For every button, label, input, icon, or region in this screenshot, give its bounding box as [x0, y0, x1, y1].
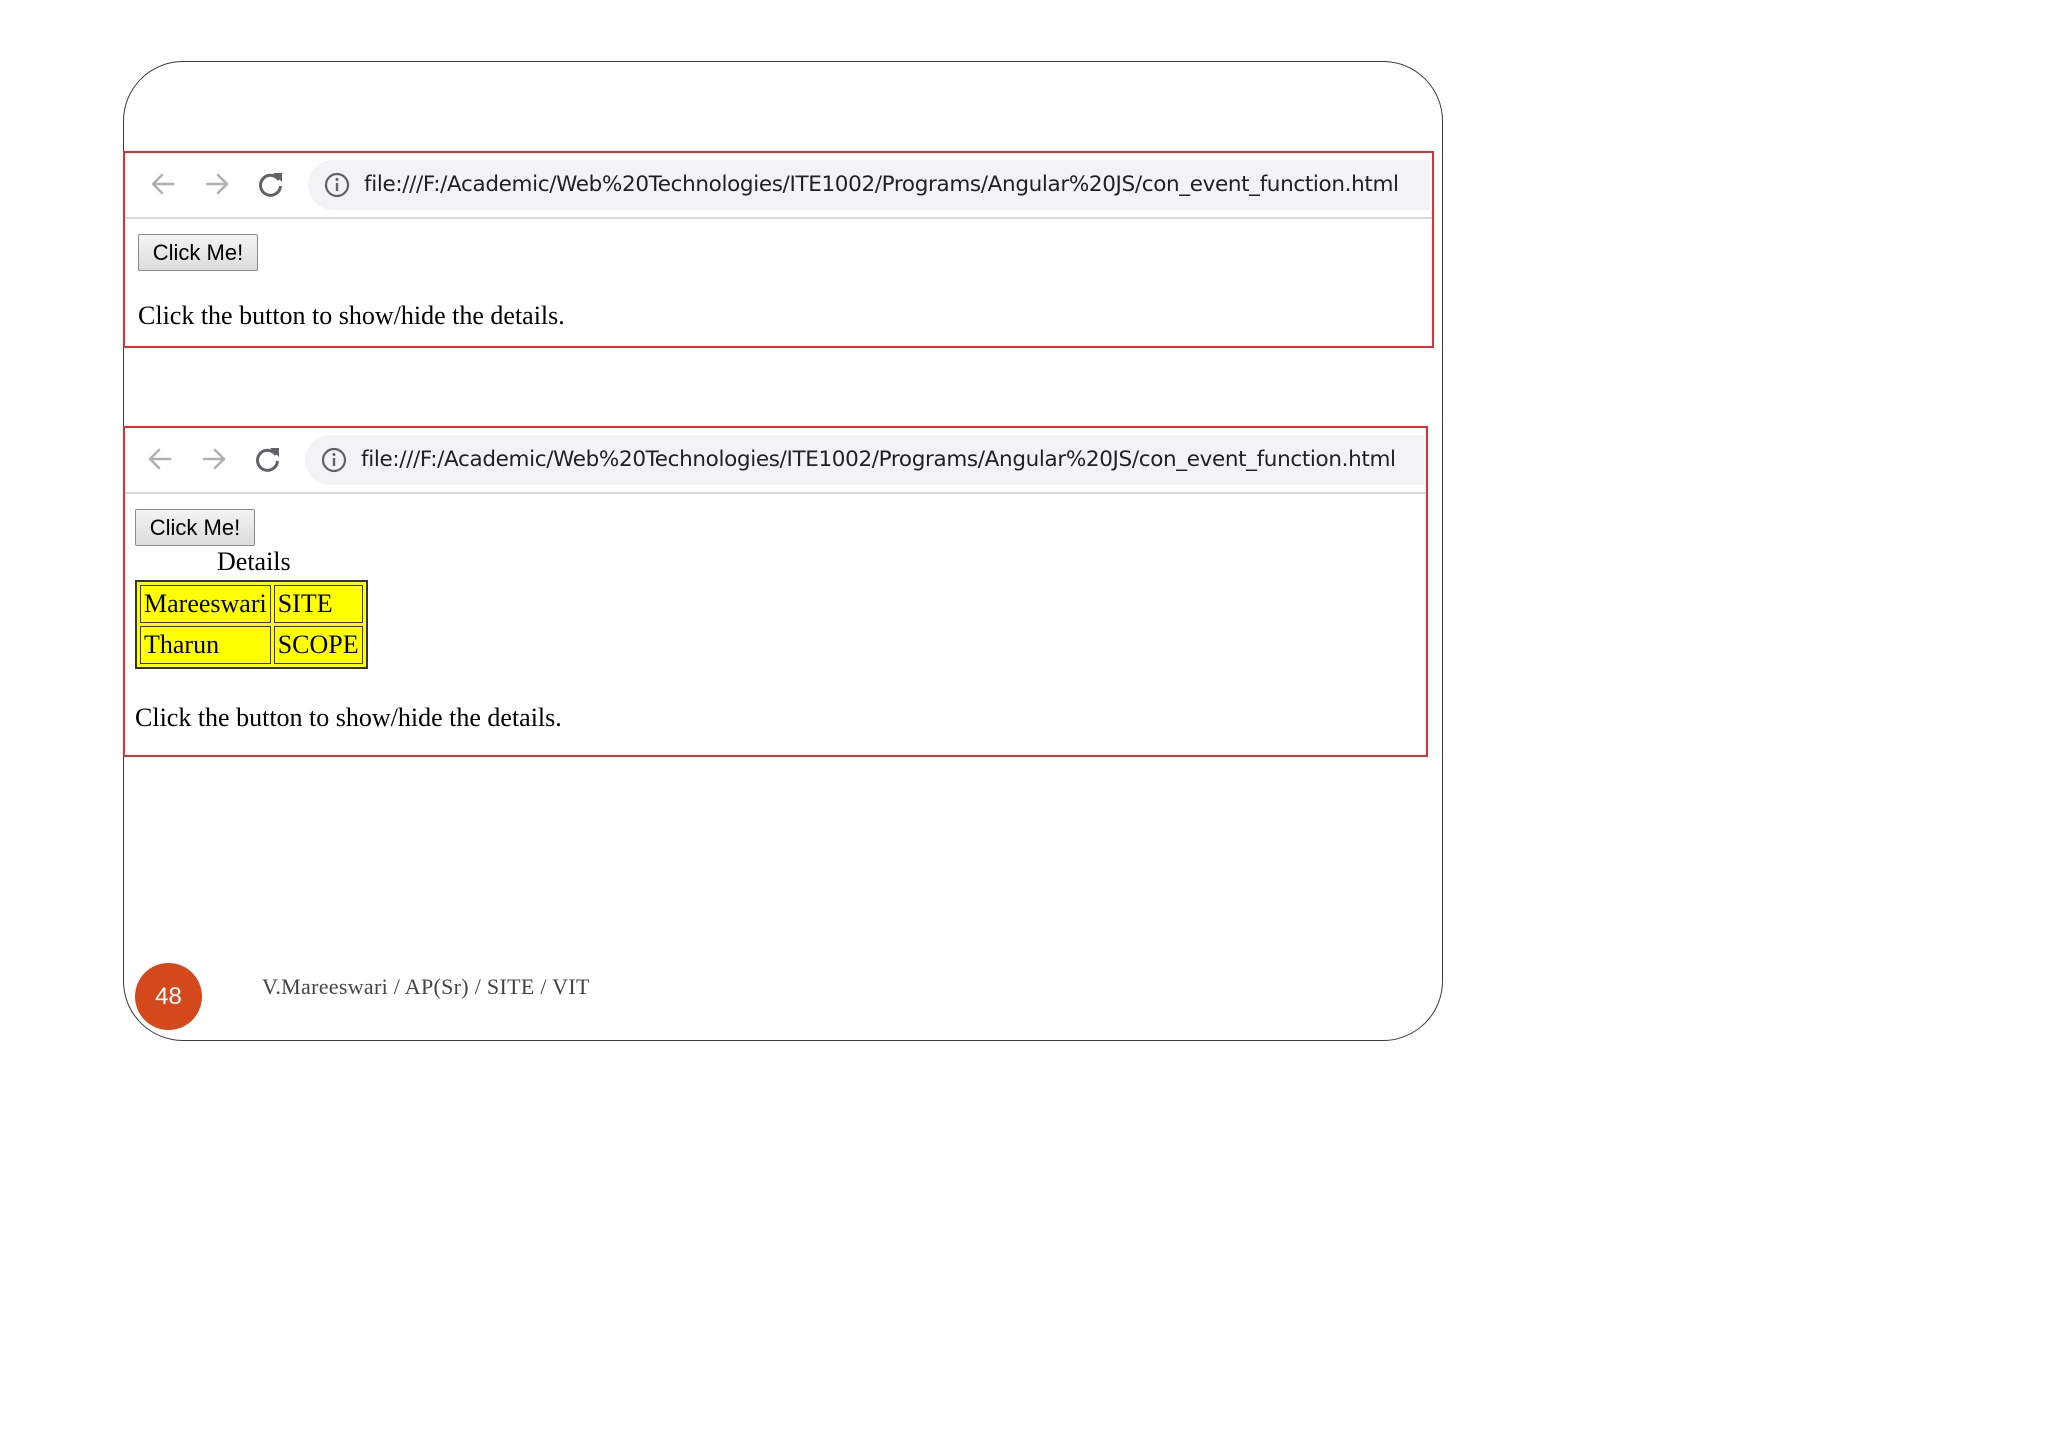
help-text: Click the button to show/hide the detail… [138, 301, 565, 330]
table-cell-name: Tharun [140, 626, 271, 664]
browser-toolbar: file:///F:/Academic/Web%20Technologies/I… [125, 153, 1432, 219]
url-text[interactable]: file:///F:/Academic/Web%20Technologies/I… [361, 435, 1396, 485]
page-content: Click Me! Click the button to show/hide … [125, 219, 1432, 346]
back-arrow-icon[interactable] [142, 441, 178, 477]
table-cell-name: Mareeswari [140, 585, 271, 623]
address-bar[interactable]: file:///F:/Academic/Web%20Technologies/I… [305, 435, 1424, 485]
url-text[interactable]: file:///F:/Academic/Web%20Technologies/I… [364, 160, 1399, 210]
details-table: Mareeswari SITE Tharun SCOPE [135, 580, 368, 669]
forward-arrow-icon[interactable] [199, 166, 235, 202]
help-text: Click the button to show/hide the detail… [135, 703, 562, 732]
page-number-badge: 48 [135, 963, 202, 1030]
browser-toolbar: file:///F:/Academic/Web%20Technologies/I… [125, 428, 1426, 494]
table-caption: Details [217, 547, 291, 576]
click-me-button[interactable]: Click Me! [135, 509, 255, 546]
reload-icon[interactable] [250, 441, 286, 477]
info-icon[interactable] [321, 447, 347, 473]
table-cell-dept: SCOPE [273, 626, 363, 664]
footer-author-text: V.Mareeswari / AP(Sr) / SITE / VIT [262, 974, 590, 999]
forward-arrow-icon[interactable] [196, 441, 232, 477]
info-icon[interactable] [324, 172, 350, 198]
reload-icon[interactable] [253, 166, 289, 202]
browser-screenshot-top: file:///F:/Academic/Web%20Technologies/I… [123, 151, 1434, 348]
address-bar[interactable]: file:///F:/Academic/Web%20Technologies/I… [308, 160, 1430, 210]
page-content: Click Me! Details Mareeswari SITE Tharun… [125, 494, 1426, 755]
back-arrow-icon[interactable] [145, 166, 181, 202]
click-me-button[interactable]: Click Me! [138, 234, 258, 271]
table-row: Tharun SCOPE [140, 626, 363, 664]
browser-screenshot-bottom: file:///F:/Academic/Web%20Technologies/I… [123, 426, 1428, 757]
table-row: Mareeswari SITE [140, 585, 363, 623]
table-cell-dept: SITE [273, 585, 363, 623]
